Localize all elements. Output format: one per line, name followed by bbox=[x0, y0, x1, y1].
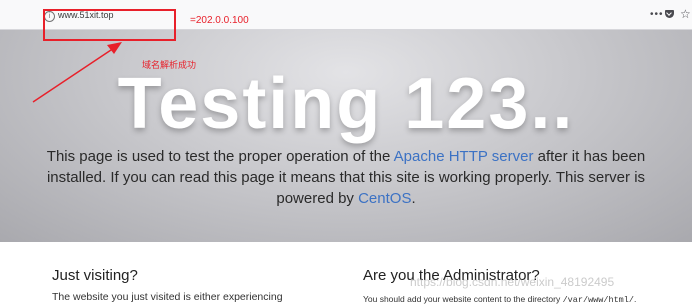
page: i www.51xit.top ••• ☆ Testing 123.. This… bbox=[0, 0, 692, 305]
annotation-arrow bbox=[32, 42, 122, 103]
